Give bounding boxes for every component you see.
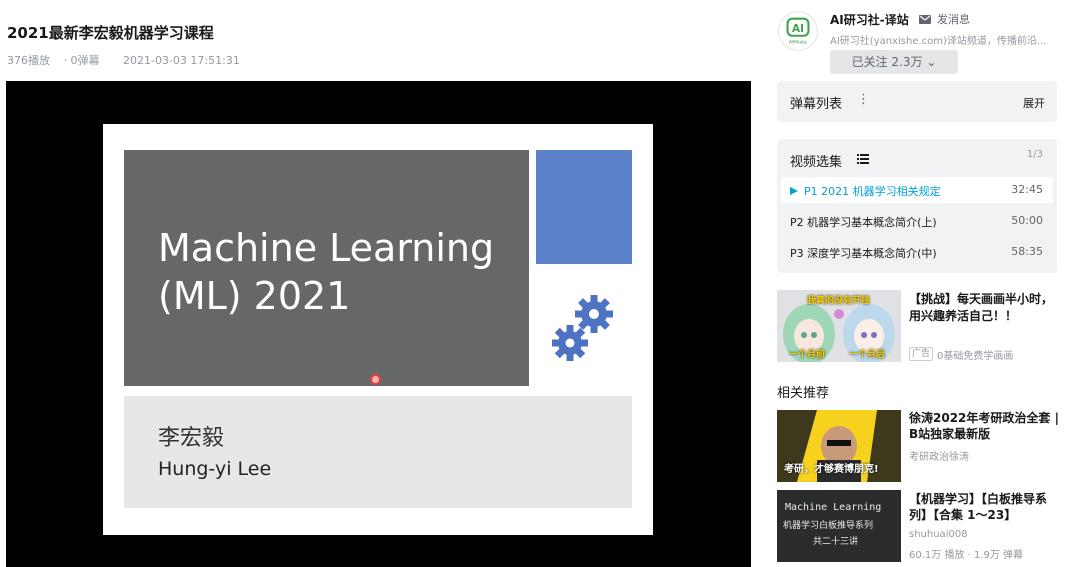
danmaku-list-title: 弹幕列表	[790, 97, 843, 112]
episode-duration: 50:00	[1011, 214, 1043, 227]
related-title-1[interactable]: 徐涛2022年考研政治全套 | B站独家最新版	[909, 410, 1061, 442]
related-title-2[interactable]: 【机器学习】【白板推导系列】【合集 1～23】	[909, 491, 1061, 523]
slide-title: Machine Learning (ML) 2021	[158, 226, 495, 318]
publish-datetime: 2021-03-03 17:51:31	[123, 54, 240, 67]
video-page: 2021最新李宏毅机器学习课程 376播放 · 0弹幕 2021-03-03 1…	[0, 0, 1080, 567]
slide-author-box: 李宏毅 Hung-yi Lee	[124, 396, 632, 508]
pointer-dot	[370, 374, 381, 385]
uploader-avatar[interactable]: AI Affiliate	[778, 11, 818, 51]
episode-list-panel: 视频选集 1/3 P1 2021 机器学习相关规定 32:45 P2 机器学习基…	[777, 139, 1057, 273]
related-stats-2: 60.1万 播放 · 1.9万 弹幕	[909, 550, 1024, 561]
uploader-name[interactable]: AI研习社-译站	[830, 11, 909, 28]
video-meta: 376播放 · 0弹幕 2021-03-03 17:51:31	[7, 52, 250, 68]
related-heading: 相关推荐	[777, 386, 830, 401]
related-thumbnail-1[interactable]: 考研，才够赛博朋克!	[777, 410, 901, 482]
mail-icon	[919, 14, 931, 24]
danmaku-list-panel[interactable]: 弹幕列表 ⋮ 展开	[777, 81, 1057, 122]
send-message-button[interactable]: 发消息	[919, 11, 970, 27]
svg-text:AI: AI	[792, 23, 804, 35]
ad-thumbnail[interactable]: 我真的没有开挂 一个月前 一个月后	[777, 290, 901, 362]
follow-button[interactable]: 已关注 2.3万 ⌄	[830, 50, 958, 74]
slide-blue-box	[536, 150, 632, 264]
ad-badge: 广告	[909, 347, 934, 361]
slide-title-box: Machine Learning (ML) 2021	[124, 150, 529, 386]
gears-icon	[552, 295, 613, 361]
video-title: 2021最新李宏毅机器学习课程	[7, 24, 214, 42]
uploader-description: AI研习社(yanxishe.com)译站频道，传播前沿...	[830, 36, 1047, 47]
episode-item-1[interactable]: P1 2021 机器学习相关规定 32:45	[781, 177, 1053, 203]
related-author-2[interactable]: shuhuai008	[909, 529, 968, 540]
more-options-icon[interactable]: ⋮	[857, 92, 870, 107]
play-count: 376播放 · 0弹幕	[7, 54, 100, 67]
chevron-down-icon: ⌄	[926, 55, 937, 69]
video-player[interactable]: Machine Learning (ML) 2021 李宏毅 Hung-yi L…	[6, 81, 751, 567]
list-icon[interactable]	[857, 154, 869, 164]
ad-subtitle: 0基础免费学画画	[937, 351, 1014, 362]
episode-list-title: 视频选集	[790, 155, 843, 170]
playing-icon	[790, 187, 798, 195]
episode-duration: 32:45	[1011, 183, 1043, 196]
episode-duration: 58:35	[1011, 245, 1043, 258]
episode-item-2[interactable]: P2 机器学习基本概念简介(上) 50:00	[781, 208, 1053, 234]
slide-author-cn: 李宏毅	[158, 426, 225, 451]
svg-text:Affiliate: Affiliate	[789, 39, 807, 45]
lecture-slide: Machine Learning (ML) 2021 李宏毅 Hung-yi L…	[103, 124, 653, 535]
related-thumbnail-2[interactable]: Machine Learning 机器学习白板推导系列 共二十三讲	[777, 490, 901, 562]
slide-author-en: Hung-yi Lee	[158, 458, 272, 480]
ad-title[interactable]: 【挑战】每天画画半小时，用兴趣养活自己！！	[909, 291, 1059, 325]
episode-count: 1/3	[1026, 149, 1043, 160]
danmaku-expand-button[interactable]: 展开	[1023, 95, 1045, 111]
related-author-1[interactable]: 考研政治徐涛	[909, 448, 969, 463]
episode-item-3[interactable]: P3 深度学习基本概念简介(中) 58:35	[781, 239, 1053, 265]
